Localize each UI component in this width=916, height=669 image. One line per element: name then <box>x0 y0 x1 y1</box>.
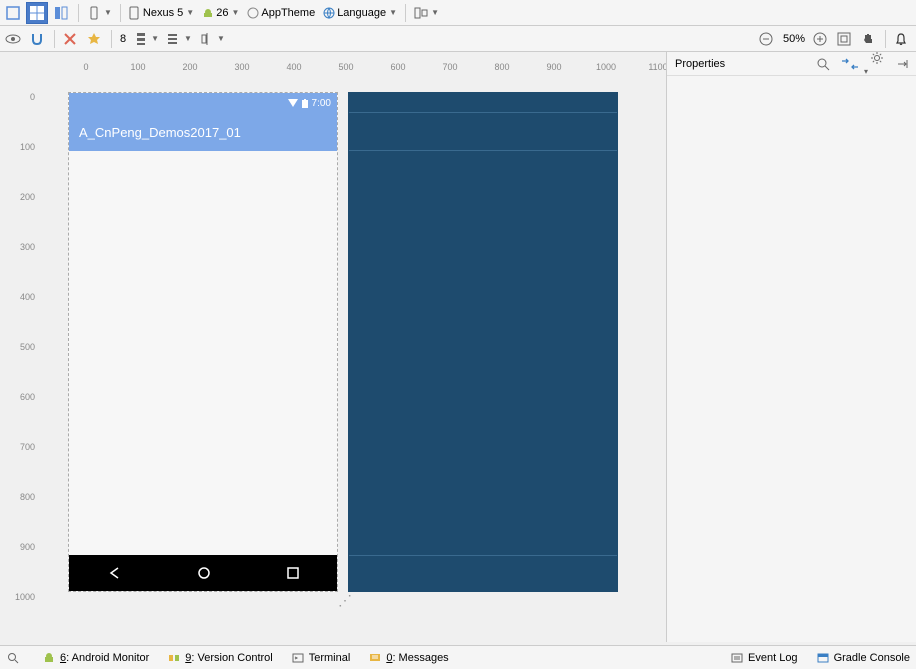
vcs-tool[interactable]: 9: Version Control <box>167 651 272 665</box>
gradle-console-tool[interactable]: Gradle Console <box>816 651 910 665</box>
event-log-label: Event Log <box>748 652 798 664</box>
nav-bar <box>69 555 337 591</box>
variant-dropdown[interactable]: ▼ <box>410 2 443 24</box>
messages-icon <box>368 651 382 665</box>
separator <box>111 30 112 48</box>
nav-back-icon <box>107 566 121 580</box>
device-dropdown[interactable]: Nexus 5 ▼ <box>125 2 198 24</box>
arrows-icon[interactable] <box>836 58 858 70</box>
properties-title: Properties <box>675 58 725 70</box>
theme-label: AppTheme <box>261 7 315 19</box>
nav-recent-icon <box>287 567 299 579</box>
infer-constraints-icon[interactable] <box>83 28 105 50</box>
surface-blueprint-icon[interactable] <box>26 2 48 24</box>
margin-value: 8 <box>116 33 130 45</box>
separator <box>78 4 79 22</box>
blueprint-preview[interactable] <box>348 92 618 592</box>
bp-app-bar <box>349 113 617 151</box>
search-icon <box>6 651 20 665</box>
bp-nav-bar <box>349 555 617 591</box>
design-toolbar-top: ▼ Nexus 5 ▼ 26 ▼ AppTheme Language ▼ ▼ <box>0 0 916 26</box>
event-log-tool[interactable]: Event Log <box>730 651 798 665</box>
gear-icon[interactable]: ▾ <box>864 51 884 77</box>
bottom-toolbar: 6: Android Monitor 9: Version Control Te… <box>0 645 916 669</box>
bp-status-bar <box>349 93 617 113</box>
battery-icon <box>302 99 308 108</box>
search-tool[interactable] <box>6 651 24 665</box>
status-bar: 7:00 <box>69 93 337 113</box>
terminal-tool[interactable]: Terminal <box>291 651 351 665</box>
orientation-dropdown[interactable]: ▼ <box>83 2 116 24</box>
zoom-in-icon[interactable] <box>809 28 831 50</box>
android-monitor-tool[interactable]: 6: Android Monitor <box>42 651 149 665</box>
notifications-icon[interactable] <box>890 28 912 50</box>
design-canvas[interactable]: 010020030040050060070080090010001100 010… <box>0 52 666 642</box>
search-icon[interactable] <box>810 57 830 71</box>
language-dropdown[interactable]: Language ▼ <box>319 2 401 24</box>
separator <box>120 4 121 22</box>
ruler-horizontal: 010020030040050060070080090010001100 <box>60 62 666 78</box>
separator <box>54 30 55 48</box>
language-label: Language <box>337 7 386 19</box>
design-preview[interactable]: 7:00 A_CnPeng_Demos2017_01 <box>68 92 338 592</box>
zoom-out-icon[interactable] <box>755 28 777 50</box>
pan-icon[interactable] <box>857 28 879 50</box>
design-toolbar-second: 8 ▼ ▼ ▼ 50% <box>0 26 916 52</box>
eye-icon[interactable] <box>2 28 24 50</box>
separator <box>405 4 406 22</box>
status-time: 7:00 <box>312 98 331 109</box>
default-margins-dropdown[interactable]: ▼ <box>130 28 163 50</box>
minimize-icon[interactable] <box>890 58 908 70</box>
zoom-value: 50% <box>779 33 809 45</box>
align-dropdown[interactable]: ▼ <box>196 28 229 50</box>
magnet-icon[interactable] <box>26 28 48 50</box>
zoom-fit-icon[interactable] <box>833 28 855 50</box>
theme-dropdown[interactable]: AppTheme <box>243 2 319 24</box>
surface-both-icon[interactable] <box>50 2 72 24</box>
properties-header: Properties ▾ <box>667 52 916 76</box>
clear-constraints-icon[interactable] <box>59 28 81 50</box>
api-dropdown[interactable]: 26 ▼ <box>198 2 243 24</box>
ruler-vertical: 01002003004005006007008009001000 <box>10 92 40 642</box>
api-label: 26 <box>216 7 228 19</box>
vcs-icon <box>167 651 181 665</box>
messages-tool[interactable]: 0: Messages <box>368 651 448 665</box>
gradle-label: Gradle Console <box>834 652 910 664</box>
surface-plain-icon[interactable] <box>2 2 24 24</box>
app-title: A_CnPeng_Demos2017_01 <box>79 125 241 140</box>
pack-dropdown[interactable]: ▼ <box>163 28 196 50</box>
properties-panel: Properties ▾ <box>666 52 916 642</box>
nav-home-icon <box>197 566 211 580</box>
android-icon <box>42 651 56 665</box>
resize-handle-icon[interactable]: ⋰ <box>338 592 352 609</box>
terminal-icon <box>291 651 305 665</box>
device-label: Nexus 5 <box>143 7 183 19</box>
main-area: 010020030040050060070080090010001100 010… <box>0 52 916 642</box>
event-log-icon <box>730 651 744 665</box>
app-bar: A_CnPeng_Demos2017_01 <box>69 113 337 151</box>
wifi-icon <box>288 99 298 107</box>
gradle-icon <box>816 651 830 665</box>
separator <box>885 30 886 48</box>
